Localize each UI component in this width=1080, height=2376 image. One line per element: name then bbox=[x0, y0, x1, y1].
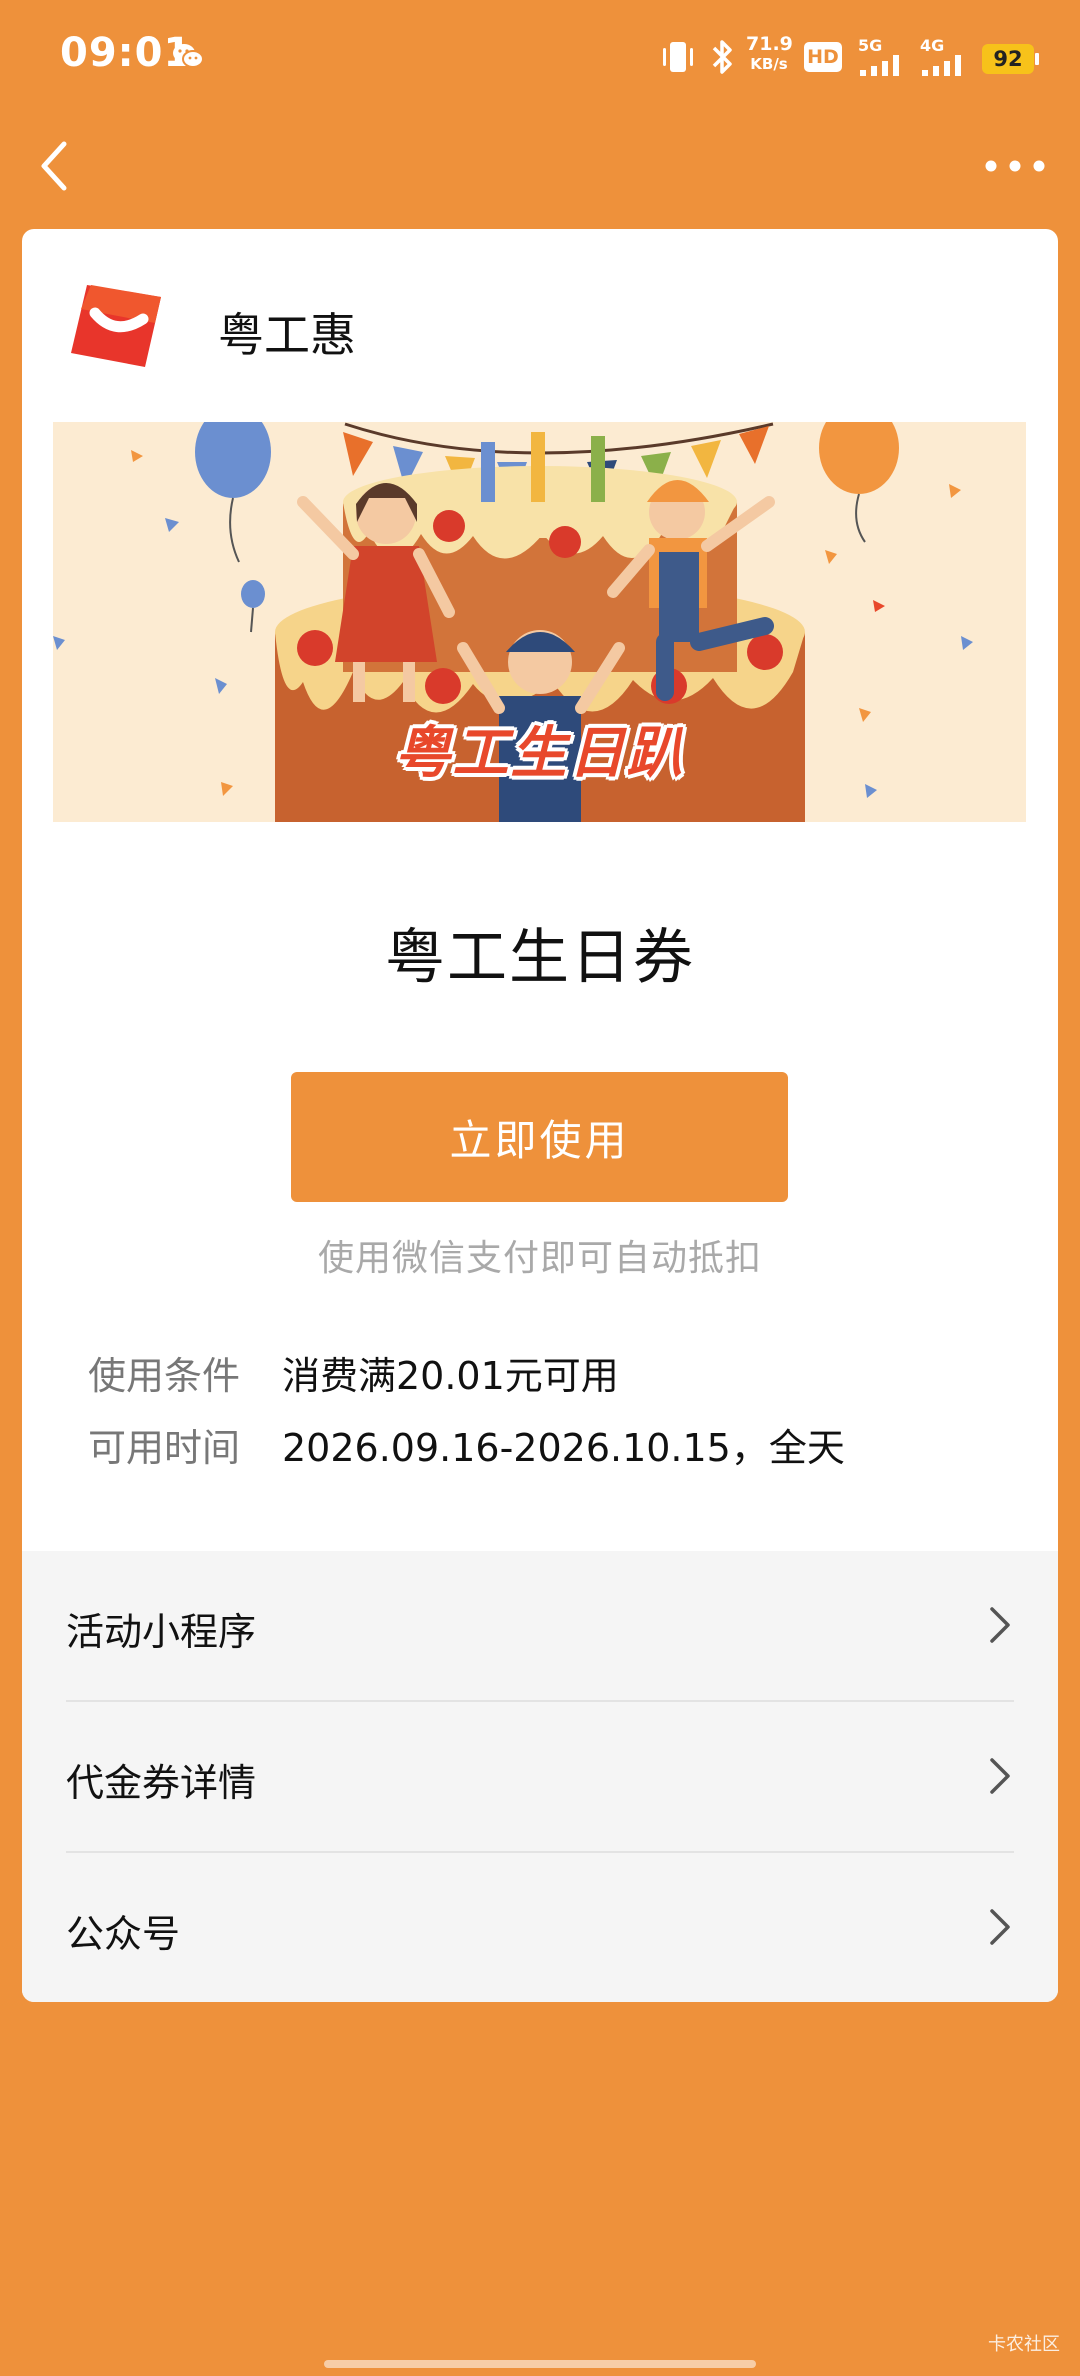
status-icons: 71.9 KB/s HD 5G 4G 92 bbox=[660, 34, 1040, 82]
nav-bar bbox=[0, 110, 1080, 220]
hd-label: HD bbox=[807, 46, 839, 68]
brand-logo-icon bbox=[71, 285, 161, 367]
conditions-label: 使用条件 bbox=[88, 1354, 241, 1398]
conditions-row: 使用条件 消费满20.01元可用 bbox=[88, 1345, 619, 1400]
chevron-right-icon bbox=[990, 1909, 1010, 1945]
home-indicator[interactable] bbox=[324, 2360, 756, 2368]
hd-badge: HD bbox=[804, 42, 842, 72]
coupon-title: 粤工生日券 bbox=[385, 923, 695, 993]
net-speed-value: 71.9 bbox=[746, 33, 793, 55]
menu-list: 活动小程序 代金券详情 公众号 bbox=[22, 1551, 1058, 2002]
sim1-signal: 5G bbox=[858, 36, 908, 80]
bluetooth-icon bbox=[712, 40, 732, 74]
watermark: 卡农社区 bbox=[988, 2334, 1060, 2355]
back-arrow-icon[interactable] bbox=[30, 134, 90, 198]
net-speed: 71.9 KB/s bbox=[746, 33, 793, 74]
banner-title: 粤工生日趴 bbox=[394, 721, 685, 786]
menu-item-label: 代金券详情 bbox=[66, 1761, 257, 1805]
net-speed-unit: KB/s bbox=[750, 55, 788, 73]
chevron-right-icon bbox=[990, 1607, 1010, 1643]
brand-name: 粤工惠 bbox=[218, 308, 356, 362]
battery-level: 92 bbox=[993, 47, 1023, 71]
menu-item-official-account[interactable]: 公众号 bbox=[66, 1853, 1014, 2002]
menu-item-label: 活动小程序 bbox=[66, 1610, 257, 1654]
more-options-icon[interactable] bbox=[980, 138, 1050, 194]
payment-hint: 使用微信支付即可自动抵扣 bbox=[317, 1238, 762, 1279]
vibrate-icon bbox=[663, 42, 693, 72]
valid-time-value: 2026.09.16-2026.10.15，全天 bbox=[282, 1426, 845, 1470]
chevron-right-icon bbox=[990, 1758, 1010, 1794]
valid-time-row: 可用时间 2026.09.16-2026.10.15，全天 bbox=[88, 1417, 845, 1472]
sim2-signal: 4G bbox=[920, 36, 970, 80]
use-now-button[interactable]: 立即使用 bbox=[291, 1072, 788, 1202]
menu-item-label: 公众号 bbox=[66, 1912, 181, 1956]
menu-item-mini-program[interactable]: 活动小程序 bbox=[66, 1551, 1014, 1702]
status-bar: 09:01 71.9 KB/s HD 5G 4G 92 bbox=[0, 0, 1080, 110]
wechat-icon bbox=[173, 44, 204, 68]
coupon-card: 粤工惠 粤工生日趴 粤工生日券 立即使用 使用微信支付即可自动抵扣 使用条件 消… bbox=[22, 229, 1058, 2002]
conditions-value: 消费满20.01元可用 bbox=[282, 1354, 619, 1398]
battery-indicator: 92 bbox=[982, 44, 1040, 74]
promo-banner: 粤工生日趴 bbox=[53, 422, 1026, 822]
signal-bars-icon bbox=[922, 55, 961, 76]
signal-bars-icon bbox=[860, 55, 899, 76]
menu-item-voucher-details[interactable]: 代金券详情 bbox=[66, 1702, 1014, 1853]
battery-tip bbox=[1035, 53, 1039, 65]
valid-time-label: 可用时间 bbox=[88, 1426, 241, 1470]
battery-body: 92 bbox=[982, 44, 1034, 74]
